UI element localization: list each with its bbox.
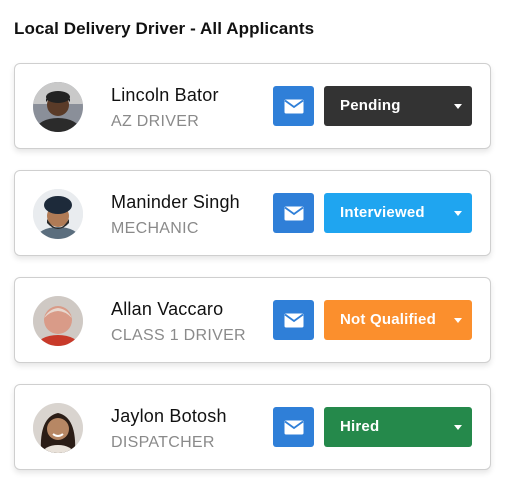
applicant-name: Jaylon Botosh [111,406,227,426]
envelope-icon [283,420,304,434]
applicant-name: Maninder Singh [111,192,240,212]
chevron-down-icon [454,211,462,216]
email-button[interactable] [273,300,314,340]
avatar [33,296,83,346]
chevron-down-icon [454,425,462,430]
status-label: Not Qualified [340,311,436,328]
email-button[interactable] [273,407,314,447]
status-dropdown[interactable]: Hired [324,407,472,447]
applicant-card: Allan Vaccaro CLASS 1 DRIVER Not Qualifi… [14,277,491,363]
email-button[interactable] [273,193,314,233]
status-dropdown[interactable]: Not Qualified [324,300,472,340]
applicant-role: CLASS 1 DRIVER [111,327,246,344]
applicants-page: Local Delivery Driver - All Applicants L… [0,0,506,499]
envelope-icon [283,99,304,113]
status-label: Interviewed [340,204,425,221]
applicant-role: AZ DRIVER [111,113,200,130]
page-title: Local Delivery Driver - All Applicants [14,19,315,38]
envelope-icon [283,206,304,220]
applicant-name: Allan Vaccaro [111,299,224,319]
applicant-role: MECHANIC [111,220,199,237]
avatar [33,189,83,239]
applicant-card: Lincoln Bator AZ DRIVER Pending [14,63,491,149]
chevron-down-icon [454,104,462,109]
avatar [33,403,83,453]
chevron-down-icon [454,318,462,323]
status-dropdown[interactable]: Interviewed [324,193,472,233]
applicant-card: Jaylon Botosh DISPATCHER Hired [14,384,491,470]
envelope-icon [283,313,304,327]
status-dropdown[interactable]: Pending [324,86,472,126]
status-label: Pending [340,97,401,114]
email-button[interactable] [273,86,314,126]
applicant-role: DISPATCHER [111,434,215,451]
status-label: Hired [340,418,380,435]
applicant-name: Lincoln Bator [111,85,219,105]
avatar [33,82,83,132]
applicant-card: Maninder Singh MECHANIC Interviewed [14,170,491,256]
